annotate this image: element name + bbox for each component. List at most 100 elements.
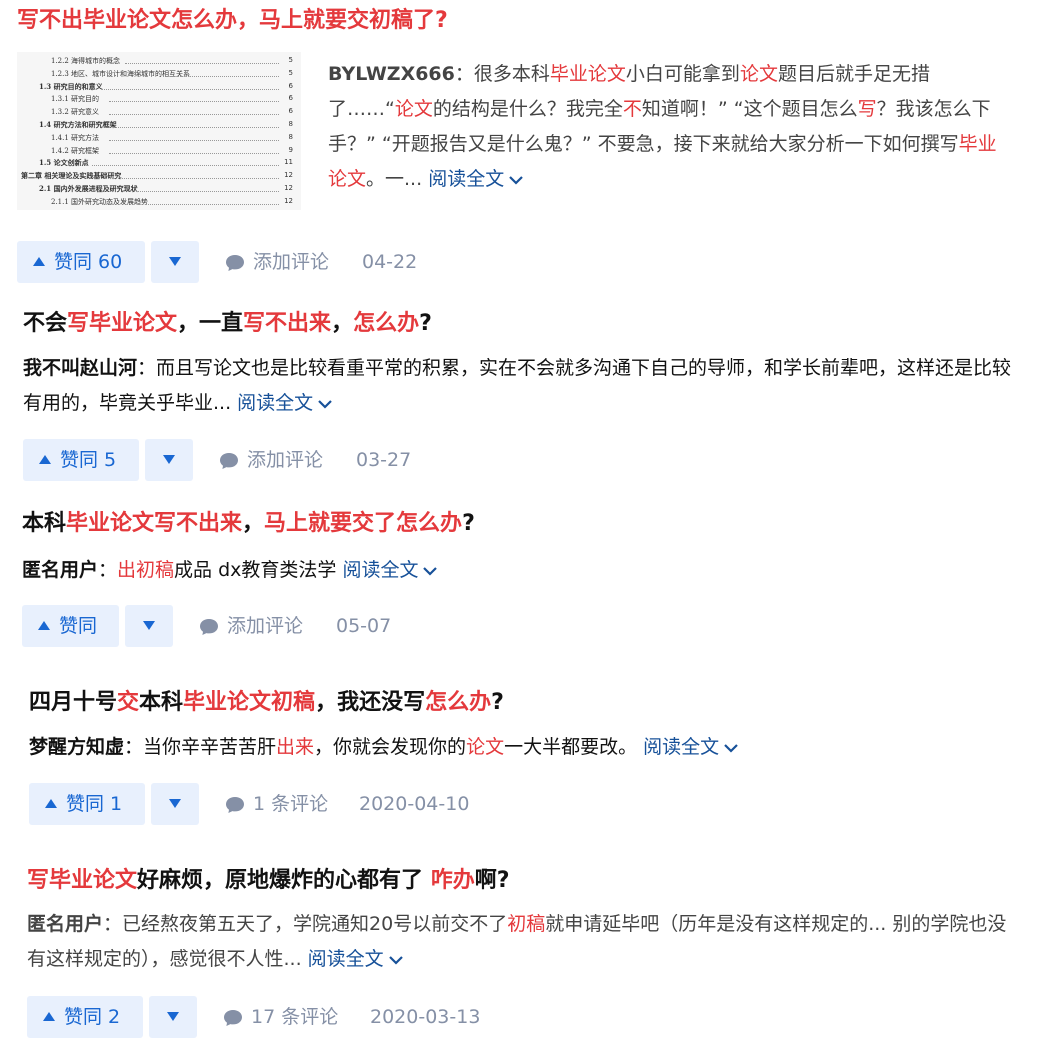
thumbnail-toc-text: 1.5 论文创新点: [39, 158, 89, 168]
comment-icon: [224, 1009, 242, 1026]
highlighted-keyword: 不: [622, 98, 642, 120]
upvote-button[interactable]: 赞同 2: [27, 996, 143, 1038]
answer-date: 03-27: [356, 449, 412, 471]
upvote-button[interactable]: 赞同 60: [17, 241, 145, 283]
highlighted-keyword: 怎么办: [353, 311, 420, 336]
highlighted-keyword: 写不出来: [243, 311, 332, 336]
excerpt-text: ：已经熬夜第五天了，学院通知20号以前交不了初稿就申请延毕吧（历年是没有这样规定…: [27, 913, 1006, 970]
chevron-down-icon: [724, 743, 738, 753]
chevron-down-icon: [423, 566, 438, 576]
thumbnail-toc-page: 11: [284, 158, 293, 167]
text-segment: 不会: [23, 311, 68, 336]
answer-excerpt[interactable]: BYLWZX666：很多本科毕业论文小白可能拿到论文题目后就手足无措了……“论文…: [328, 57, 1008, 197]
comment-icon: [200, 618, 218, 635]
comment-button[interactable]: 1 条评论: [225, 783, 328, 825]
comment-button[interactable]: 添加评论: [199, 605, 303, 647]
thumbnail-toc-line: 1.2.3 地区、城市设计和海绵城市的相互关系 5: [51, 69, 293, 81]
thumbnail-toc-line: 1.4.1 研究方法 8: [51, 133, 293, 145]
thumbnail-toc-page: 8: [288, 132, 293, 141]
text-segment: ：很多本科: [454, 63, 550, 85]
highlighted-keyword: 交: [117, 690, 140, 715]
comment-icon: [220, 452, 238, 469]
triangle-up-icon: [38, 621, 50, 630]
text-segment: ?: [419, 311, 432, 336]
text-segment: 的结构是什么？我完全: [432, 98, 623, 120]
thumbnail-toc-text: 1.2.2 海得城市的概念: [51, 57, 121, 65]
highlighted-keyword: 写毕业论文: [67, 311, 178, 336]
question-title[interactable]: 写不出毕业论文怎么办，马上就要交初稿了?: [17, 6, 448, 36]
author-name[interactable]: BYLWZX666: [328, 63, 455, 85]
question-title[interactable]: 写毕业论文好麻烦，原地爆炸的心都有了 咋办啊?: [27, 866, 509, 896]
author-name[interactable]: 我不叫赵山河: [23, 357, 137, 379]
downvote-button[interactable]: [149, 996, 197, 1038]
comment-label: 添加评论: [247, 449, 324, 471]
answer-date: 2020-03-13: [370, 1006, 481, 1028]
thumbnail-toc-text: 1.4.1 研究方法: [51, 133, 100, 142]
comment-button[interactable]: 添加评论: [225, 241, 329, 283]
chevron-down-icon: [318, 399, 332, 409]
thumbnail-toc-leader: [128, 191, 279, 192]
chevron-down-icon: [388, 955, 403, 965]
downvote-button[interactable]: [125, 605, 173, 647]
thumbnail-toc-leader: [176, 75, 279, 77]
question-title[interactable]: 本科毕业论文写不出来，马上就要交了怎么办?: [22, 509, 475, 539]
question-title[interactable]: 四月十号交本科毕业论文初稿，我还没写怎么办?: [29, 688, 504, 718]
comment-icon: [226, 796, 244, 813]
answer-excerpt[interactable]: 匿名用户：出初稿成品 dx教育类法学 阅读全文: [22, 553, 1012, 588]
author-name[interactable]: 梦醒方知虚: [29, 736, 124, 758]
thumbnail-toc-line: 1.3.1 研究目的 6: [51, 94, 293, 106]
question-title[interactable]: 不会写毕业论文，一直写不出来，怎么办?: [23, 309, 432, 339]
upvote-label: 赞同 5: [60, 449, 117, 471]
answer-date: 05-07: [336, 615, 392, 637]
thumbnail-toc-leader: [109, 101, 279, 103]
read-more-link[interactable]: 阅读全文: [342, 559, 438, 581]
upvote-button[interactable]: 赞同: [22, 605, 119, 647]
downvote-button[interactable]: [151, 241, 199, 283]
upvote-label: 赞同 2: [64, 1006, 121, 1028]
triangle-down-icon: [163, 455, 175, 464]
thumbnail-toc-text: 1.3 研究目的和意义: [39, 81, 103, 91]
text-segment: ?: [491, 690, 504, 715]
highlighted-keyword: 写: [857, 98, 877, 120]
highlighted-keyword: 毕业论文: [549, 63, 626, 85]
highlighted-keyword: 马上就要交了怎么办: [264, 511, 463, 536]
thumbnail-toc-line: 第二章 相关理论及实践基础研究 12: [21, 171, 293, 183]
thumbnail-toc-text: 1.4.2 研究框架: [51, 146, 100, 155]
thumbnail-toc-line: 1.5 论文创新点 11: [39, 158, 293, 170]
author-name[interactable]: 匿名用户: [27, 913, 103, 935]
text-segment: ，一直: [177, 311, 244, 336]
read-more-link[interactable]: 阅读全文: [308, 948, 404, 970]
answer-excerpt[interactable]: 我不叫赵山河：而且写论文也是比较看重平常的积累，实在不会就多沟通下自己的导师，和…: [23, 351, 1013, 421]
read-more-link[interactable]: 阅读全文: [428, 168, 524, 190]
read-more-label: 阅读全文: [237, 392, 314, 414]
thumbnail-toc-page: 9: [288, 145, 293, 154]
thumbnail-toc-leader: [109, 139, 279, 141]
comment-button[interactable]: 17 条评论: [223, 996, 338, 1038]
highlighted-keyword: 写不出毕业论文怎么办，马上就要交初稿了?: [17, 8, 448, 33]
excerpt-text: ：而且写论文也是比较看重平常的积累，实在不会就多沟通下自己的导师，和学长前辈吧，…: [23, 357, 1011, 414]
comment-label: 添加评论: [227, 615, 304, 637]
highlighted-keyword: 初稿: [507, 913, 546, 935]
downvote-button[interactable]: [145, 439, 193, 481]
answer-excerpt[interactable]: 梦醒方知虚：当你辛辛苦苦肝出来，你就会发现你的论文一大半都要改。 阅读全文: [29, 730, 1019, 765]
read-more-link[interactable]: 阅读全文: [643, 736, 739, 758]
excerpt-text: ：当你辛辛苦苦肝出来，你就会发现你的论文一大半都要改。: [124, 736, 643, 758]
highlighted-keyword: 毕业论文初稿: [183, 690, 316, 715]
read-more-link[interactable]: 阅读全文: [237, 392, 333, 414]
upvote-button[interactable]: 赞同 1: [29, 783, 145, 825]
thumbnail-toc-leader: [91, 165, 279, 167]
text-segment: 好麻烦，原地爆炸的心都有了: [137, 868, 431, 893]
upvote-button[interactable]: 赞同 5: [23, 439, 139, 481]
author-name[interactable]: 匿名用户: [22, 559, 98, 581]
thumbnail-toc-page: 5: [288, 56, 293, 64]
triangle-up-icon: [33, 257, 45, 266]
comment-button[interactable]: 添加评论: [219, 439, 323, 481]
text-segment: 一大半都要改。: [504, 736, 644, 758]
text-segment: 本科: [139, 690, 184, 715]
answer-excerpt[interactable]: 匿名用户：已经熬夜第五天了，学院通知20号以前交不了初稿就申请延毕吧（历年是没有…: [27, 907, 1012, 977]
thumbnail-toc-line: 2.1.1 国外研究动态及发展趋势 12: [51, 197, 293, 209]
article-thumbnail[interactable]: 1.2.2 海得城市的概念 5 1.2.3 地区、城市设计和海绵城市的相互关系 5 1.…: [17, 52, 301, 210]
thumbnail-toc-leader: [124, 63, 279, 64]
highlighted-keyword: 写毕业论文: [27, 868, 138, 893]
downvote-button[interactable]: [151, 783, 199, 825]
